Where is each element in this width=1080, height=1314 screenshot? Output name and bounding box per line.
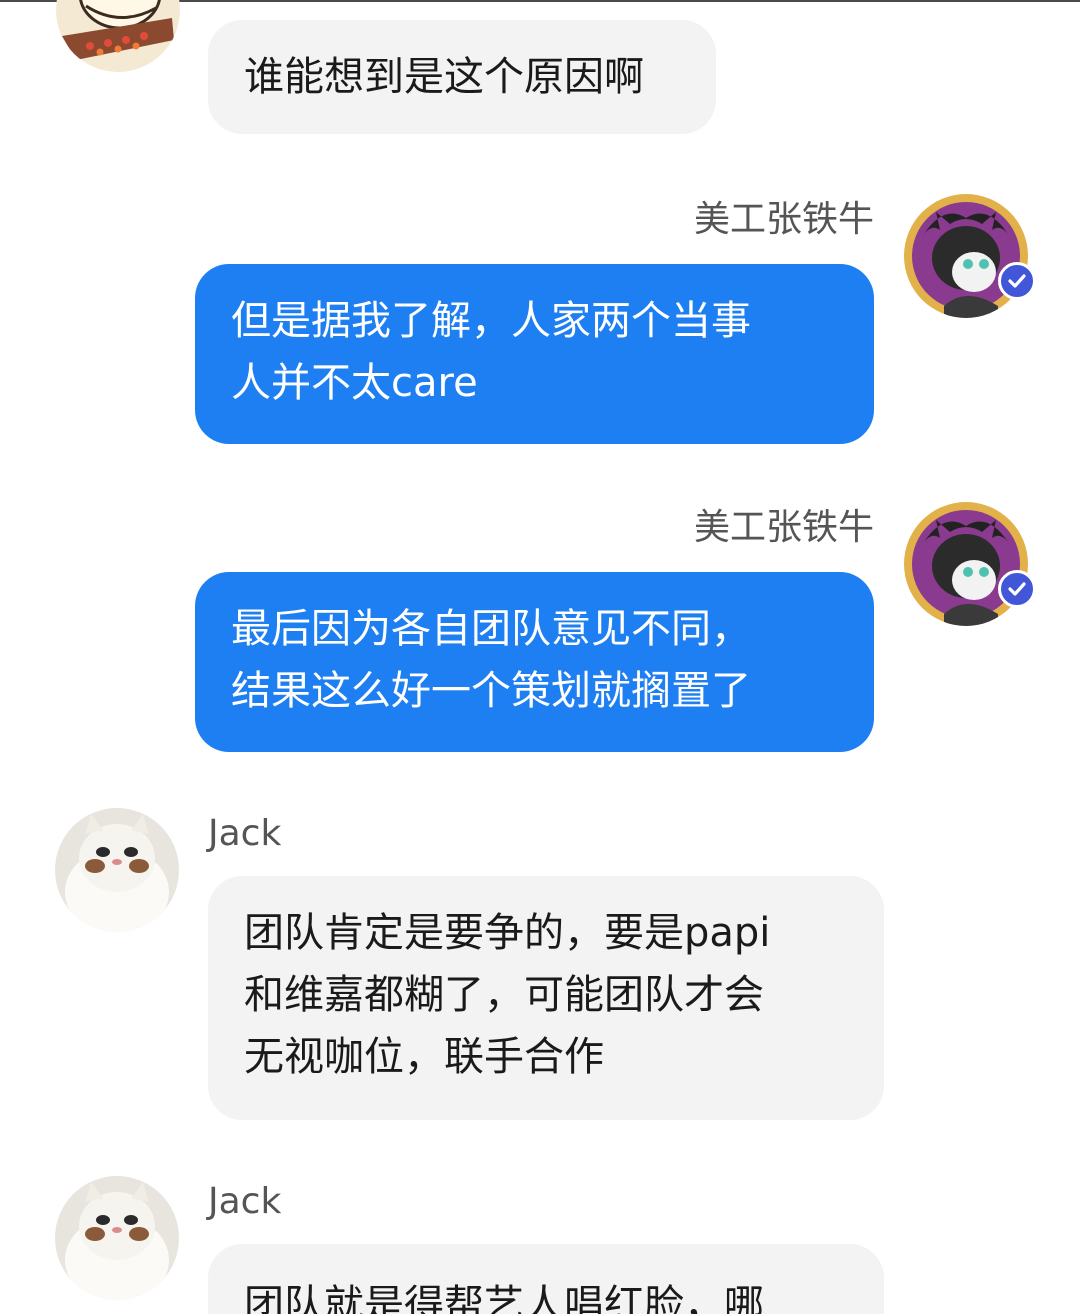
sender-name-4: Jack	[208, 813, 282, 854]
white-cat-avatar-icon[interactable]	[55, 1176, 179, 1300]
message-bubble-5[interactable]: 团队就是得帮艺人唱红脸，哪	[208, 1244, 884, 1314]
sender-name-5: Jack	[208, 1181, 282, 1222]
horned-character-avatar-icon[interactable]	[904, 194, 1036, 318]
sender-name-3: 美工张铁牛	[693, 507, 874, 548]
sender-name-2: 美工张铁牛	[693, 199, 874, 240]
verified-badge-icon	[998, 262, 1036, 300]
chat-screen: 谁能想到是这个原因啊 美工张铁牛 但是据我了解，人家两个当事 人并不太care …	[0, 0, 1080, 1314]
message-bubble-2[interactable]: 但是据我了解，人家两个当事 人并不太care	[195, 264, 874, 444]
white-cat-avatar-icon[interactable]	[55, 808, 179, 932]
cartoon-cook-avatar-icon[interactable]	[56, 0, 180, 72]
message-bubble-1[interactable]: 谁能想到是这个原因啊	[208, 20, 716, 134]
verified-badge-icon	[998, 570, 1036, 608]
horned-character-avatar-icon[interactable]	[904, 502, 1036, 626]
message-bubble-4[interactable]: 团队肯定是要争的，要是papi 和维嘉都糊了，可能团队才会 无视咖位，联手合作	[208, 876, 884, 1120]
message-bubble-3[interactable]: 最后因为各自团队意见不同， 结果这么好一个策划就搁置了	[195, 572, 874, 752]
